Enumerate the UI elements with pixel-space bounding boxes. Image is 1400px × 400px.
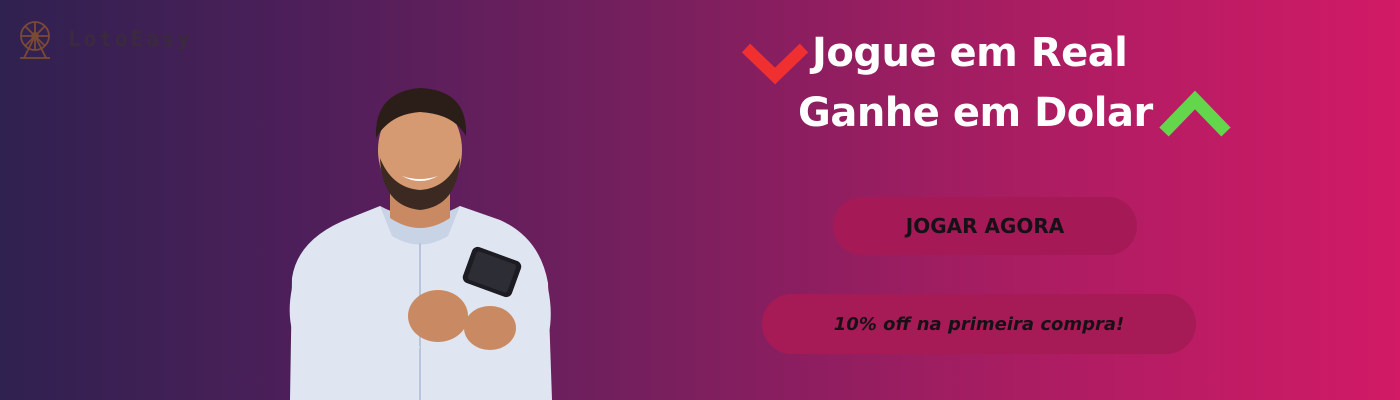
headline-line-1: Jogue em Real — [812, 30, 1128, 76]
brand-logo[interactable]: LotoEasy — [14, 18, 193, 60]
headline-line-2: Ganhe em Dolar — [798, 90, 1153, 136]
discount-badge[interactable]: 10% off na primeira compra! — [762, 294, 1196, 354]
play-now-button[interactable]: JOGAR AGORA — [833, 197, 1137, 255]
brand-name: LotoEasy — [68, 27, 194, 51]
red-chevron-down-icon — [741, 43, 809, 85]
smiling-man-with-phone-image — [289, 88, 552, 400]
green-chevron-up-icon — [1159, 90, 1231, 137]
ferris-wheel-icon — [20, 21, 50, 59]
headline: Jogue em Real Ganhe em Dolar — [740, 30, 1260, 150]
promo-banner: LotoEasy Jogue em Real Ganhe em Dolar JO… — [0, 0, 1400, 400]
